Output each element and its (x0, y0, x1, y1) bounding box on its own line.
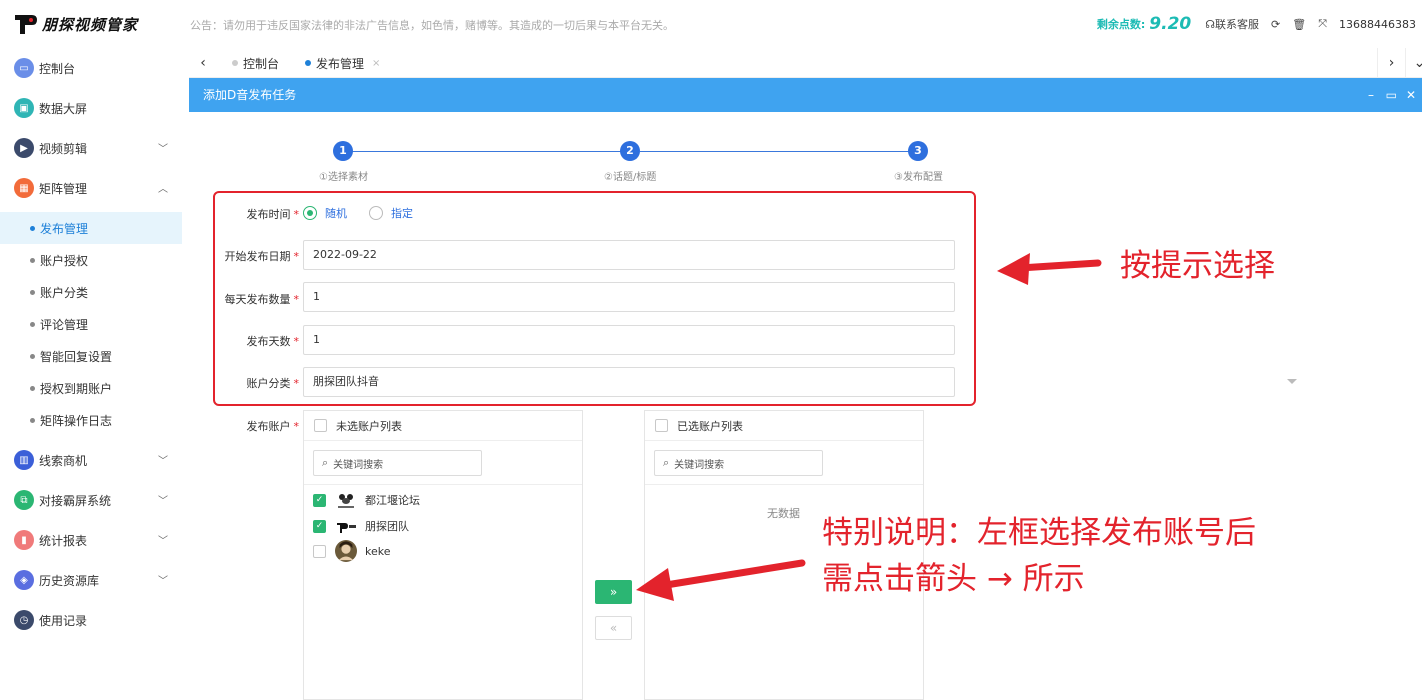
arrow-bottom (636, 559, 806, 601)
arrow-top (997, 253, 1102, 285)
annotation-hint-top: 按提示选择 (1120, 248, 1275, 284)
annotation-hint-line2: 需点击箭头 → 所示 (822, 561, 1085, 597)
annotation-arrows (636, 253, 1102, 601)
annotation-hint-line1: 特别说明：左框选择发布账号后 (822, 515, 1256, 551)
